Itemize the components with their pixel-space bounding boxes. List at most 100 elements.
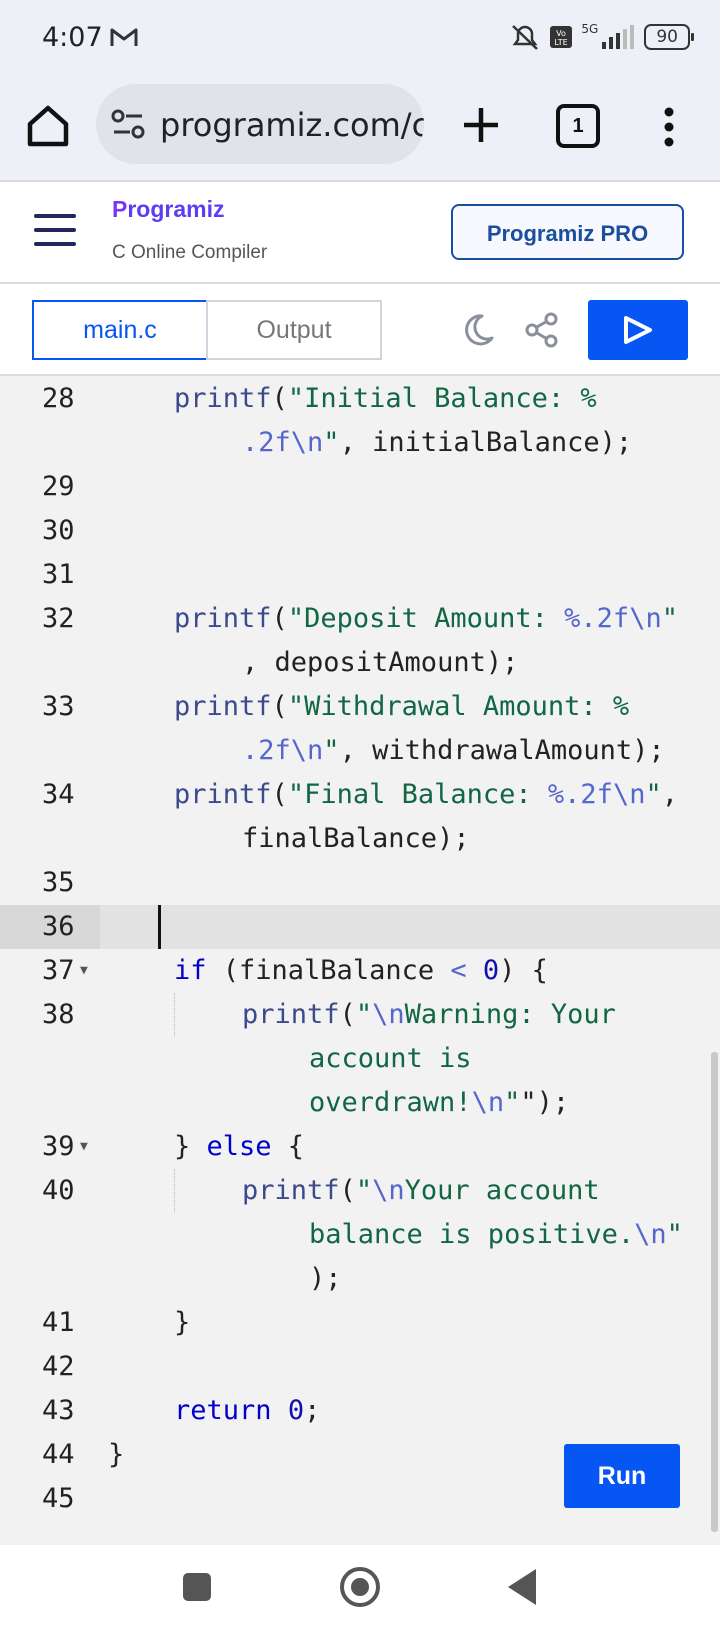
code-line: 29 <box>0 465 720 509</box>
line-number: 31 <box>42 559 75 590</box>
code-text: printf("Deposit Amount: %.2f\n" <box>174 603 678 634</box>
code-line: 41 } <box>0 1301 720 1345</box>
code-text: , depositAmount); <box>242 647 519 678</box>
fold-arrow-icon[interactable]: ▼ <box>80 1125 88 1169</box>
code-line-wrap: overdrawn!\n""); <box>0 1081 720 1125</box>
code-line-wrap: .2f\n", withdrawalAmount); <box>0 729 720 773</box>
system-navigation-bar <box>0 1545 720 1640</box>
active-code-line: 36 <box>0 905 720 949</box>
compiler-subtitle: C Online Compiler <box>112 242 268 263</box>
code-line: 35 <box>0 861 720 905</box>
code-line: 37 ▼ if (finalBalance < 0) { <box>0 949 720 993</box>
editor-scrollbar[interactable] <box>711 1052 718 1532</box>
code-text: printf("Withdrawal Amount: % <box>174 691 630 722</box>
dark-mode-icon[interactable] <box>460 312 496 348</box>
share-icon[interactable] <box>524 312 560 348</box>
gmail-icon <box>110 28 138 46</box>
code-text: printf("\nWarning: Your <box>242 999 616 1030</box>
code-line-wrap: , depositAmount); <box>0 641 720 685</box>
volte-icon: VoLTE <box>550 26 573 48</box>
code-line: 42 <box>0 1345 720 1389</box>
line-number: 28 <box>42 383 75 414</box>
code-text: balance is positive.\n" <box>309 1219 683 1250</box>
code-text: printf("\nYour account <box>242 1175 600 1206</box>
code-line-wrap: finalBalance); <box>0 817 720 861</box>
programiz-logo[interactable]: Programiz <box>112 196 224 223</box>
line-number: 35 <box>42 867 75 898</box>
code-line-wrap: balance is positive.\n" <box>0 1213 720 1257</box>
line-number: 40 <box>42 1175 75 1206</box>
svg-text:Vo: Vo <box>557 29 567 38</box>
site-settings-icon[interactable] <box>110 106 146 142</box>
indent-guide <box>174 993 175 1037</box>
url-text: programiz.com/c· <box>160 106 424 144</box>
line-number: 30 <box>42 515 75 546</box>
code-line-wrap: ); <box>0 1257 720 1301</box>
line-number: 32 <box>42 603 75 634</box>
code-line-wrap: .2f\n", initialBalance); <box>0 421 720 465</box>
code-line: 32 printf("Deposit Amount: %.2f\n" <box>0 597 720 641</box>
run-button[interactable]: Run <box>564 1444 680 1508</box>
code-text: ); <box>309 1263 342 1294</box>
indent-guide <box>174 1169 175 1213</box>
code-text: } <box>108 1439 125 1470</box>
more-vert-icon[interactable] <box>654 102 684 152</box>
browser-toolbar: programiz.com/c· 1 <box>0 80 720 180</box>
fold-arrow-icon[interactable]: ▼ <box>80 949 88 993</box>
code-text: } <box>174 1307 191 1338</box>
code-line: 38 printf("\nWarning: Your <box>0 993 720 1037</box>
code-line: 33 printf("Withdrawal Amount: % <box>0 685 720 729</box>
run-code-button[interactable] <box>588 300 688 360</box>
status-bar: 4:07 Vo LTE 5G 90 <box>0 0 720 80</box>
code-line-wrap: account is <box>0 1037 720 1081</box>
battery-indicator: 90 <box>644 24 694 50</box>
text-cursor <box>158 905 161 949</box>
address-bar[interactable]: programiz.com/c· <box>96 84 424 164</box>
new-tab-icon[interactable] <box>456 100 506 150</box>
home-icon[interactable] <box>24 102 72 150</box>
editor-toolbar: main.c Output <box>0 284 720 376</box>
code-line: 39 ▼ } else { <box>0 1125 720 1169</box>
line-number: 38 <box>42 999 75 1030</box>
line-number: 45 <box>42 1483 75 1514</box>
code-text: .2f\n", withdrawalAmount); <box>242 735 665 766</box>
line-number: 33 <box>42 691 75 722</box>
code-text: printf("Initial Balance: % <box>174 383 597 414</box>
battery-level: 90 <box>656 27 678 47</box>
line-number: 43 <box>42 1395 75 1426</box>
code-text: if (finalBalance < 0) { <box>174 955 548 986</box>
code-text: .2f\n", initialBalance); <box>242 427 633 458</box>
back-icon[interactable] <box>508 1569 536 1605</box>
code-line: 43 return 0; <box>0 1389 720 1433</box>
code-editor[interactable]: 28 printf("Initial Balance: % .2f\n", in… <box>0 377 720 1545</box>
line-number: 37 <box>42 955 75 986</box>
home-nav-icon[interactable] <box>340 1567 380 1607</box>
tab-output[interactable]: Output <box>206 300 382 360</box>
logo-initial: P <box>112 196 128 222</box>
programiz-pro-button[interactable]: Programiz PRO <box>451 204 684 260</box>
code-text: overdrawn!\n""); <box>309 1087 570 1118</box>
code-text: finalBalance); <box>242 823 470 854</box>
hamburger-menu-icon[interactable] <box>34 214 76 246</box>
site-header: Programiz C Online Compiler Programiz PR… <box>0 182 720 282</box>
svg-text:LTE: LTE <box>555 38 568 47</box>
network-type: 5G <box>581 22 599 36</box>
tab-switcher-button[interactable]: 1 <box>556 104 600 148</box>
recents-icon[interactable] <box>183 1573 211 1601</box>
status-time: 4:07 <box>42 22 103 53</box>
code-text: return 0; <box>174 1395 321 1426</box>
line-number: 36 <box>42 911 75 942</box>
line-number: 44 <box>42 1439 75 1470</box>
code-text: account is <box>309 1043 472 1074</box>
tab-main-c[interactable]: main.c <box>32 300 208 360</box>
line-number: 41 <box>42 1307 75 1338</box>
line-number: 34 <box>42 779 75 810</box>
play-icon <box>624 316 652 344</box>
line-number: 39 <box>42 1131 75 1162</box>
code-line: 30 <box>0 509 720 553</box>
line-number: 42 <box>42 1351 75 1382</box>
signal-icon <box>602 25 635 49</box>
mute-icon <box>512 25 539 50</box>
code-line: 40 printf("\nYour account <box>0 1169 720 1213</box>
code-line: 31 <box>0 553 720 597</box>
